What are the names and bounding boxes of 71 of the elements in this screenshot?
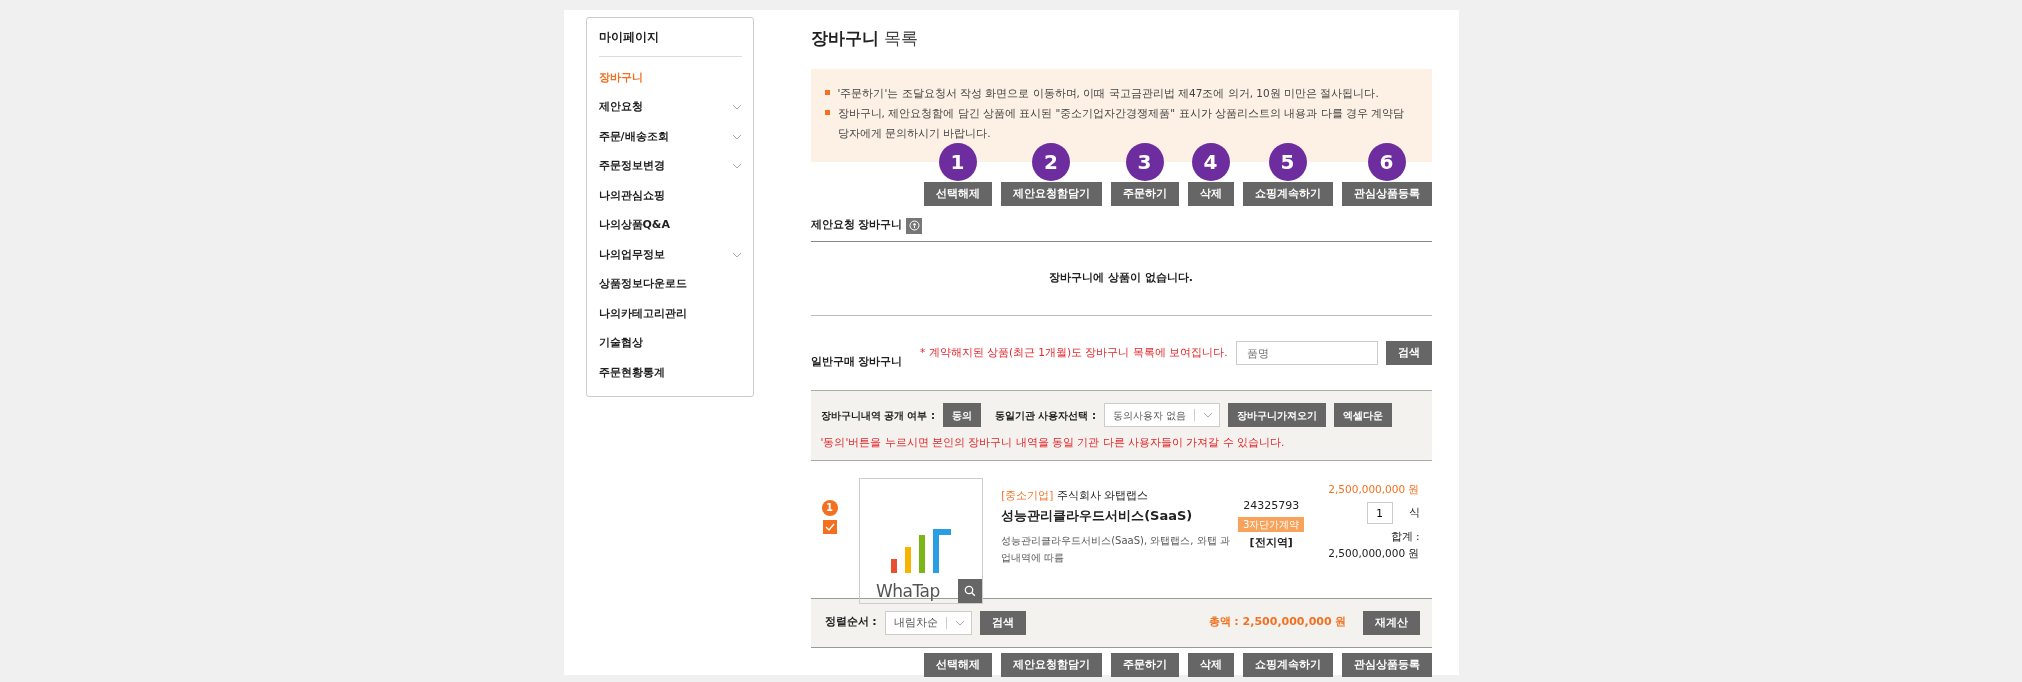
action-button[interactable]: 장바구니가져오기 bbox=[1228, 403, 1327, 427]
agree-button[interactable]: 동의 bbox=[942, 403, 981, 427]
sidebar-title: 마이페이지 bbox=[598, 28, 742, 57]
sidebar-item[interactable]: 주문현황통계 bbox=[598, 358, 742, 388]
sidebar-item[interactable]: 나의상품Q&A bbox=[598, 210, 742, 240]
action-button[interactable]: 제안요청함담기 bbox=[1000, 652, 1102, 677]
chevron-down-icon bbox=[731, 163, 742, 170]
page-title: 장바구니 목록 bbox=[810, 27, 920, 50]
recalculate-button[interactable]: 재계산 bbox=[1362, 610, 1420, 635]
product-code: 24325793 bbox=[1243, 497, 1300, 514]
logo-text: WhaTap bbox=[875, 579, 940, 603]
sidebar-item[interactable]: 제안요청 bbox=[598, 92, 742, 122]
section-title: 제안요청 장바구니 bbox=[810, 217, 903, 234]
action-button[interactable]: 쇼핑계속하기 bbox=[1242, 652, 1333, 677]
field-label: 동일기관 사용자선택 : bbox=[994, 408, 1096, 423]
chevron-down-icon bbox=[954, 619, 965, 626]
action-button[interactable]: 주문하기 bbox=[1110, 182, 1179, 206]
chevron-down-icon bbox=[1203, 412, 1214, 418]
action-button[interactable]: 삭제 bbox=[1187, 182, 1234, 206]
sidebar-item[interactable]: 나의업무정보 bbox=[598, 240, 742, 270]
step-number-badge: 2 bbox=[1032, 143, 1070, 181]
action-button[interactable]: 제안요청함담기 bbox=[1000, 182, 1102, 206]
region-text: [전지역] bbox=[1249, 535, 1293, 551]
bullet-icon bbox=[824, 110, 830, 115]
action-button[interactable]: 선택해제 bbox=[923, 652, 992, 677]
sidebar-item[interactable]: 나의관심쇼핑 bbox=[598, 181, 742, 211]
sidebar-item[interactable]: 상품정보다운로드 bbox=[598, 269, 742, 299]
action-button[interactable]: 관심상품등록 bbox=[1341, 182, 1432, 206]
notice-text: * 계약해지된 상품(최근 1개월)도 장바구니 목록에 보여집니다. bbox=[920, 345, 1228, 361]
field-label: 장바구니내역 공개 여부 : bbox=[820, 408, 935, 423]
unit-text: 식 bbox=[1408, 505, 1420, 521]
action-button[interactable]: 삭제 bbox=[1187, 652, 1234, 677]
sort-select[interactable]: 내림차순 bbox=[884, 610, 972, 635]
quantity-field[interactable]: 1 bbox=[1366, 502, 1393, 525]
company-line: [중소기업] 주식회사 와탭랩스 bbox=[1001, 487, 1150, 503]
checkbox[interactable] bbox=[822, 519, 837, 534]
action-button[interactable]: 선택해제 bbox=[923, 182, 992, 206]
search-field[interactable]: 품명 bbox=[1235, 341, 1378, 365]
contract-tag: 3자단가계약 bbox=[1237, 517, 1305, 532]
notice-text: '동의'버튼을 누르시면 본인의 장바구니 내역을 동일 기관 다른 사용자들이 가져갈 수 있습니다. bbox=[820, 435, 1285, 450]
empty-message: 장바구니에 상품이 없습니다. bbox=[810, 242, 1432, 316]
subtotal-text: 2,500,000,000 원 bbox=[1328, 546, 1420, 561]
product-description: 성능관리클라우드서비스(SaaS), 와탭랩스, 와탭 과업내역에 따름 bbox=[1001, 533, 1231, 565]
action-button[interactable]: 주문하기 bbox=[1110, 652, 1179, 677]
help-icon[interactable] bbox=[906, 217, 923, 234]
sidebar-item[interactable]: 기술협상 bbox=[598, 328, 742, 358]
search-button[interactable]: 검색 bbox=[1385, 341, 1432, 365]
search-button[interactable]: 검색 bbox=[979, 610, 1026, 635]
sidebar-item[interactable]: 장바구니 bbox=[598, 63, 742, 93]
row-number-badge: 1 bbox=[821, 499, 838, 516]
field-label: 정렬순서 : bbox=[824, 614, 877, 631]
chevron-down-icon bbox=[731, 251, 742, 258]
notice-text: 장바구니, 제안요청함에 담긴 상품에 표시된 "중소기업자간경쟁제품" 표시가 상품리스트의 내용과 다를 경우 계약담당자에게 문의하시기 바랍니다. bbox=[837, 106, 1406, 141]
section-title: 일반구매 장바구니 bbox=[810, 353, 903, 370]
action-button[interactable]: 엑셀다운 bbox=[1334, 403, 1393, 427]
sidebar-item[interactable]: 주문/배송조회 bbox=[598, 122, 742, 152]
action-button[interactable]: 관심상품등록 bbox=[1341, 652, 1432, 677]
product-name[interactable]: 성능관리클라우드서비스(SaaS) bbox=[1001, 506, 1234, 526]
sidebar-item[interactable]: 나의카테고리관리 bbox=[598, 299, 742, 329]
subtotal-label: 합계 : bbox=[1390, 529, 1420, 545]
action-button[interactable]: 쇼핑계속하기 bbox=[1242, 182, 1333, 206]
bullet-icon bbox=[824, 90, 830, 95]
sidebar-item[interactable]: 주문정보변경 bbox=[598, 151, 742, 181]
search-icon[interactable] bbox=[958, 578, 983, 603]
bar-chart-logo-icon bbox=[890, 528, 951, 573]
user-select[interactable]: 동의사용자 없음 bbox=[1103, 403, 1221, 427]
total-amount: 총액 : 2,500,000,000 원 bbox=[1208, 614, 1347, 631]
price-text: 2,500,000,000 원 bbox=[1328, 481, 1420, 497]
notice-text: '주문하기'는 조달요청서 작성 화면으로 이동하며, 이때 국고금관리법 제47조에 의거, 10원 미만은 절사됩니다. bbox=[837, 86, 1379, 101]
chevron-down-icon bbox=[731, 133, 742, 140]
chevron-down-icon bbox=[731, 104, 742, 111]
